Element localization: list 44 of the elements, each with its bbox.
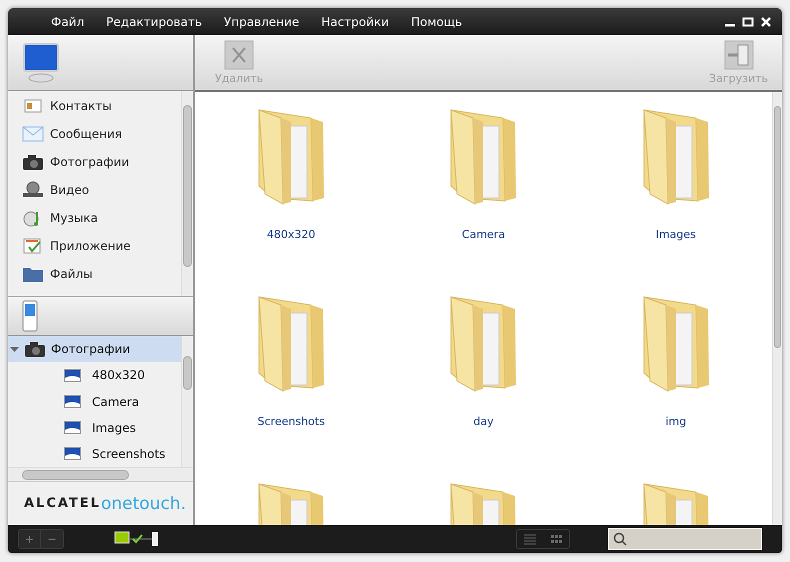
close-icon[interactable] xyxy=(760,16,772,28)
tree-item[interactable]: Camera xyxy=(92,394,140,408)
tree-item[interactable]: 480x320 xyxy=(92,368,145,382)
folder-icon xyxy=(22,265,44,283)
folder-name[interactable]: Images xyxy=(656,228,696,241)
tree-item[interactable]: Screenshots xyxy=(92,446,166,461)
connection-status-icon xyxy=(114,531,160,547)
contact-card-icon xyxy=(22,97,44,115)
phone-icon[interactable] xyxy=(22,300,38,332)
caret-icon[interactable] xyxy=(10,344,19,354)
picture-icon xyxy=(64,395,81,408)
search-icon xyxy=(613,532,627,546)
camera-icon xyxy=(24,340,46,358)
folder-name[interactable]: Screenshots xyxy=(258,415,325,428)
nav-item[interactable]: Контакты xyxy=(50,99,112,113)
scrollbar[interactable] xyxy=(8,467,193,481)
picture-icon xyxy=(64,421,81,434)
scrollbar[interactable] xyxy=(772,92,782,525)
nav-item[interactable]: Видео xyxy=(50,183,90,197)
camera-icon xyxy=(22,153,44,171)
menu-item[interactable]: Файл xyxy=(40,14,96,28)
nav-item[interactable]: Фотографии xyxy=(50,155,130,169)
folder-name[interactable]: day xyxy=(473,415,494,428)
search-field[interactable] xyxy=(608,528,762,550)
picture-icon xyxy=(64,368,81,382)
nav-item[interactable]: Музыка xyxy=(50,211,98,225)
tree-item[interactable]: Images xyxy=(92,420,136,435)
nav-item[interactable]: Сообщения xyxy=(50,127,122,141)
folder-name[interactable]: 480x320 xyxy=(266,228,316,241)
menu-item[interactable]: Помощь xyxy=(400,14,474,28)
picture-icon xyxy=(64,447,81,460)
scrollbar[interactable] xyxy=(181,91,193,296)
nav-item[interactable]: Файлы xyxy=(50,267,93,281)
folder-name[interactable]: img xyxy=(665,415,686,428)
menu-item[interactable]: Настройки xyxy=(310,14,400,28)
folder-name[interactable]: Camera xyxy=(462,228,506,241)
nav-item[interactable]: Приложение xyxy=(50,239,131,253)
menu-item[interactable]: Редактировать xyxy=(95,14,213,28)
crossed-file-icon xyxy=(224,40,254,70)
maximize-icon[interactable] xyxy=(742,16,754,28)
menu-item[interactable]: Управление xyxy=(212,14,310,28)
scrollbar[interactable] xyxy=(181,336,193,467)
monitor-icon[interactable] xyxy=(22,42,60,84)
envelope-icon xyxy=(22,125,44,143)
